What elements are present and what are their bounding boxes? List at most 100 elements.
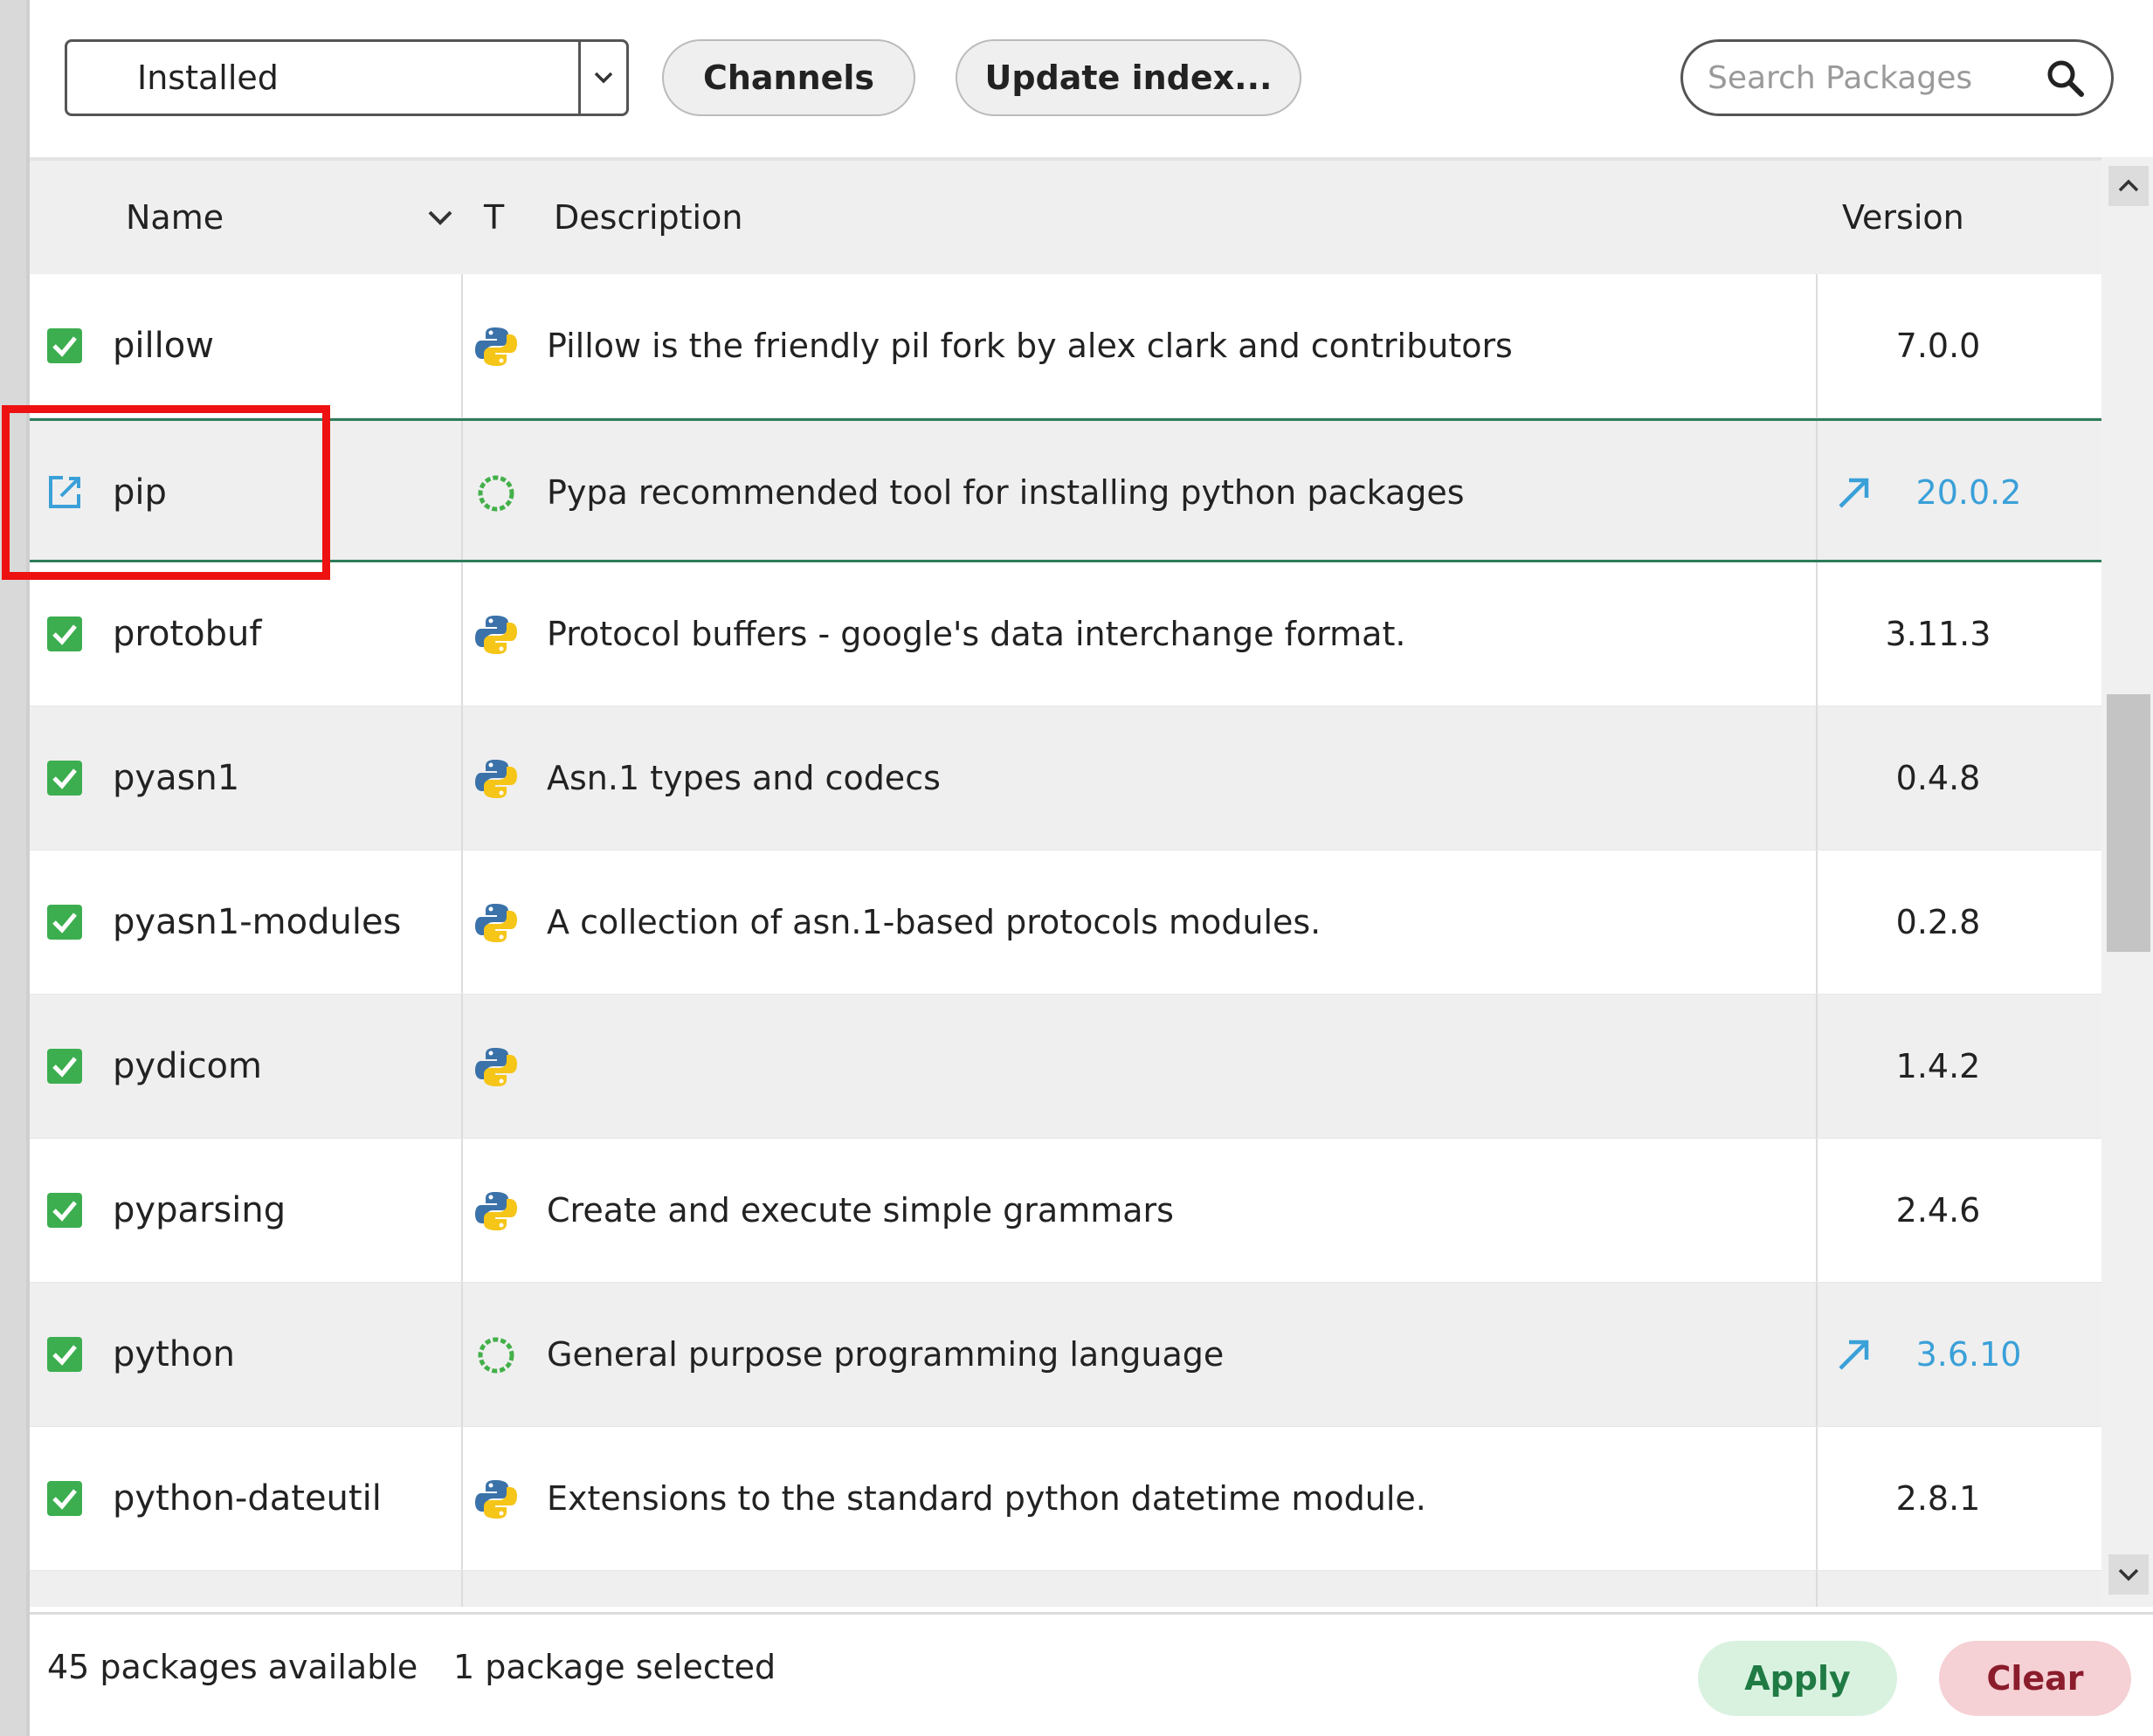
python-icon xyxy=(475,1480,517,1519)
column-divider xyxy=(461,995,463,1138)
table-row[interactable]: pydicom 1.4.2 xyxy=(30,995,2101,1139)
highlight-annotation-box xyxy=(2,405,330,580)
packages-selected-count: 1 package selected xyxy=(453,1648,776,1686)
package-version: 7.0.0 xyxy=(1895,327,1981,365)
package-description: Pypa recommended tool for installing pyt… xyxy=(547,473,1465,512)
python-icon xyxy=(475,616,517,654)
column-divider xyxy=(1816,1427,1818,1570)
table-row[interactable]: protobuf Protocol buffers - google's data… xyxy=(30,562,2101,706)
table-row[interactable]: python-dateutil Extensions to the standar… xyxy=(30,1427,2101,1571)
column-divider xyxy=(461,851,463,994)
package-version: 1.4.2 xyxy=(1895,1047,1981,1085)
package-version: 2.4.6 xyxy=(1895,1191,1981,1230)
checkbox-checked-icon[interactable] xyxy=(45,327,84,365)
search-input[interactable] xyxy=(1708,49,2039,107)
column-header-version[interactable]: Version xyxy=(1842,161,1964,274)
upgrade-available-icon xyxy=(1839,1340,1869,1370)
column-divider xyxy=(1816,274,1818,417)
search-box[interactable] xyxy=(1680,39,2114,116)
package-filter-dropdown[interactable]: Installed xyxy=(65,39,629,116)
clear-button[interactable]: Clear xyxy=(1939,1641,2131,1716)
search-icon[interactable] xyxy=(2045,58,2087,100)
column-divider xyxy=(1816,1139,1818,1282)
column-header-name[interactable]: Name xyxy=(126,161,224,274)
packages-table: Name T Description Version pillow Pillow … xyxy=(30,157,2101,1607)
column-header-description[interactable]: Description xyxy=(554,161,742,274)
column-divider xyxy=(461,1139,463,1282)
checkbox-checked-icon[interactable] xyxy=(45,903,84,941)
package-version: 20.0.2 xyxy=(1915,473,2022,512)
column-divider xyxy=(461,1283,463,1426)
column-divider xyxy=(1816,706,1818,850)
column-divider xyxy=(1816,851,1818,994)
python-icon xyxy=(475,1192,517,1230)
column-divider xyxy=(1816,562,1818,706)
package-version: 3.11.3 xyxy=(1885,615,1991,653)
package-name: protobuf xyxy=(113,614,262,654)
package-filter-value: Installed xyxy=(137,59,279,97)
package-description: Protocol buffers - google's data interch… xyxy=(547,615,1406,653)
package-name: python-dateutil xyxy=(113,1478,382,1519)
python-icon xyxy=(475,904,517,942)
packages-available-count: 45 packages available xyxy=(47,1648,418,1686)
package-name: pillow xyxy=(113,326,214,366)
column-divider xyxy=(461,1427,463,1570)
package-name: python xyxy=(113,1334,235,1374)
table-row[interactable]: pyasn1 Asn.1 types and codecs 0.4.8 xyxy=(30,706,2101,851)
footer: 45 packages available 1 package selected… xyxy=(30,1612,2153,1736)
column-divider xyxy=(1816,995,1818,1138)
python-icon xyxy=(475,760,517,798)
package-version: 2.8.1 xyxy=(1895,1479,1981,1518)
checkbox-checked-icon[interactable] xyxy=(45,759,84,797)
package-description: Extensions to the standard python dateti… xyxy=(547,1479,1426,1518)
column-divider xyxy=(1816,1571,1818,1607)
package-manager-panel: Installed Channels Update index... Name … xyxy=(26,0,2153,1736)
scroll-down-arrow-icon[interactable] xyxy=(2108,1554,2149,1595)
conda-icon xyxy=(478,1337,514,1374)
package-version: 0.2.8 xyxy=(1895,903,1981,941)
checkbox-checked-icon[interactable] xyxy=(45,615,84,653)
column-divider xyxy=(461,421,463,560)
table-row-partial xyxy=(30,1571,2101,1607)
package-description: Create and execute simple grammars xyxy=(547,1191,1174,1230)
checkbox-checked-icon[interactable] xyxy=(45,1191,84,1230)
column-divider xyxy=(461,706,463,850)
package-name: pydicom xyxy=(113,1046,262,1086)
column-divider xyxy=(461,1571,463,1607)
column-divider xyxy=(1816,421,1818,560)
checkbox-checked-icon[interactable] xyxy=(45,1335,84,1374)
table-row[interactable]: pyparsing Create and execute simple gramm… xyxy=(30,1139,2101,1283)
package-description: Pillow is the friendly pil fork by alex … xyxy=(547,327,1513,365)
column-header-type[interactable]: T xyxy=(484,161,504,274)
checkbox-checked-icon[interactable] xyxy=(45,1047,84,1085)
table-body: pillow Pillow is the friendly pil fork by… xyxy=(30,274,2101,1607)
sort-chevron-icon[interactable] xyxy=(423,200,458,235)
package-description: Asn.1 types and codecs xyxy=(547,759,941,797)
apply-button[interactable]: Apply xyxy=(1698,1641,1897,1716)
channels-button[interactable]: Channels xyxy=(662,39,915,116)
package-description: A collection of asn.1-based protocols mo… xyxy=(547,903,1321,941)
package-name: pyasn1-modules xyxy=(113,902,402,942)
vertical-scrollbar[interactable] xyxy=(2101,157,2153,1607)
package-version: 3.6.10 xyxy=(1915,1335,2022,1374)
package-description: General purpose programming language xyxy=(547,1335,1225,1374)
scroll-up-arrow-icon[interactable] xyxy=(2108,166,2149,206)
package-name: pyparsing xyxy=(113,1190,286,1230)
chevron-down-icon[interactable] xyxy=(578,42,626,114)
table-row[interactable]: pyasn1-modules A collection of asn.1-base… xyxy=(30,851,2101,995)
package-name: pyasn1 xyxy=(113,758,240,798)
table-header: Name T Description Version xyxy=(30,161,2101,274)
table-row[interactable]: pip Pypa recommended tool for installing … xyxy=(30,418,2101,562)
scrollbar-thumb[interactable] xyxy=(2107,694,2150,952)
column-divider xyxy=(461,562,463,706)
column-divider xyxy=(1816,1283,1818,1426)
python-icon xyxy=(475,327,517,366)
column-divider xyxy=(461,274,463,417)
table-row[interactable]: python General purpose programming langua… xyxy=(30,1283,2101,1427)
update-index-button[interactable]: Update index... xyxy=(956,39,1301,116)
package-version: 0.4.8 xyxy=(1895,759,1981,797)
checkbox-checked-icon[interactable] xyxy=(45,1479,84,1518)
python-icon xyxy=(475,1048,517,1086)
upgrade-available-icon xyxy=(1839,478,1869,508)
table-row[interactable]: pillow Pillow is the friendly pil fork by… xyxy=(30,274,2101,418)
